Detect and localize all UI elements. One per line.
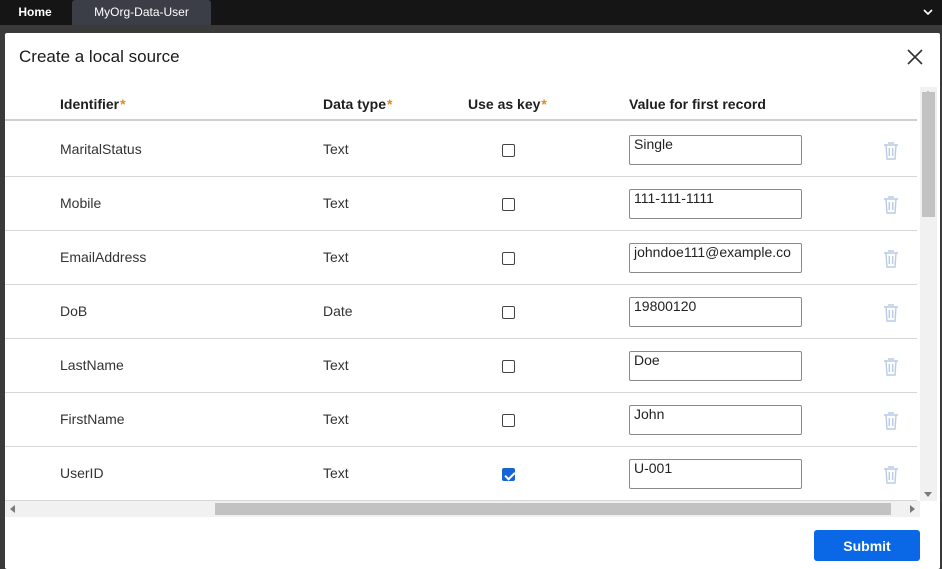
identifier-cell: FirstName (60, 411, 125, 427)
trash-icon[interactable] (882, 357, 900, 377)
value-input[interactable]: U-001 (629, 459, 802, 489)
value-input[interactable]: 111-111-1111 (629, 189, 802, 219)
use-as-key-checkbox[interactable] (502, 306, 515, 319)
value-input[interactable]: Single (629, 135, 802, 165)
identifier-cell: UserID (60, 465, 104, 481)
top-tab-bar: Home MyOrg-Data-User (0, 0, 942, 25)
scroll-right-arrow-icon[interactable] (910, 505, 915, 513)
trash-icon[interactable] (882, 411, 900, 431)
horizontal-scroll-thumb[interactable] (215, 503, 891, 515)
value-input[interactable]: Doe (629, 351, 802, 381)
tab-home[interactable]: Home (0, 0, 70, 25)
close-icon[interactable] (904, 46, 926, 68)
table-row: DoB Date 19800120 (5, 285, 917, 339)
trash-icon[interactable] (882, 249, 900, 269)
modal-title: Create a local source (19, 47, 180, 66)
required-mark: * (387, 96, 393, 112)
vertical-scroll-thumb[interactable] (922, 92, 935, 217)
identifier-cell: EmailAddress (60, 249, 147, 265)
chevron-down-icon[interactable] (922, 6, 934, 18)
data-type-cell: Text (323, 357, 349, 373)
table-row: EmailAddress Text johndoe111@example.co (5, 231, 917, 285)
identifier-cell: DoB (60, 303, 88, 319)
use-as-key-checkbox[interactable] (502, 252, 515, 265)
use-as-key-checkbox[interactable] (502, 360, 515, 373)
data-type-cell: Text (323, 141, 349, 157)
trash-icon[interactable] (882, 141, 900, 161)
tab-myorg-data-user[interactable]: MyOrg-Data-User (72, 0, 211, 25)
table-row: LastName Text Doe (5, 339, 917, 393)
value-input[interactable]: johndoe111@example.co (629, 243, 802, 273)
submit-button[interactable]: Submit (814, 530, 920, 561)
scroll-left-arrow-icon[interactable] (10, 505, 15, 513)
use-as-key-checkbox[interactable] (502, 144, 515, 157)
identifier-cell: Mobile (60, 195, 102, 211)
header-data-type: Data type* (323, 96, 393, 112)
required-mark: * (120, 96, 126, 112)
use-as-key-checkbox[interactable] (502, 414, 515, 427)
header-value-first-record: Value for first record (629, 96, 766, 112)
required-mark: * (541, 96, 547, 112)
table-row: Mobile Text 111-111-1111 (5, 177, 917, 231)
identifier-cell: MaritalStatus (60, 141, 142, 157)
fields-table: Identifier* Data type* Use as key* Value… (5, 87, 917, 501)
value-input[interactable]: 19800120 (629, 297, 802, 327)
data-type-cell: Text (323, 465, 349, 481)
table-row: MaritalStatus Text Single (5, 123, 917, 177)
table-row: UserID Text U-001 (5, 447, 917, 501)
data-type-cell: Text (323, 411, 349, 427)
horizontal-scrollbar[interactable] (5, 501, 920, 517)
header-identifier: Identifier* (60, 96, 126, 112)
scroll-down-arrow-icon[interactable] (924, 492, 932, 497)
identifier-cell: LastName (60, 357, 124, 373)
data-type-cell: Date (323, 303, 353, 319)
trash-icon[interactable] (882, 303, 900, 323)
trash-icon[interactable] (882, 195, 900, 215)
table-row: FirstName Text John (5, 393, 917, 447)
header-use-as-key: Use as key* (468, 96, 547, 112)
create-local-source-modal: Create a local source Identifier* Data t… (5, 33, 940, 569)
use-as-key-checkbox[interactable] (502, 198, 515, 211)
data-type-cell: Text (323, 249, 349, 265)
table-header: Identifier* Data type* Use as key* Value… (5, 87, 917, 121)
data-type-cell: Text (323, 195, 349, 211)
use-as-key-checkbox[interactable] (502, 468, 515, 481)
trash-icon[interactable] (882, 465, 900, 485)
value-input[interactable]: John (629, 405, 802, 435)
vertical-scrollbar[interactable] (920, 87, 937, 501)
